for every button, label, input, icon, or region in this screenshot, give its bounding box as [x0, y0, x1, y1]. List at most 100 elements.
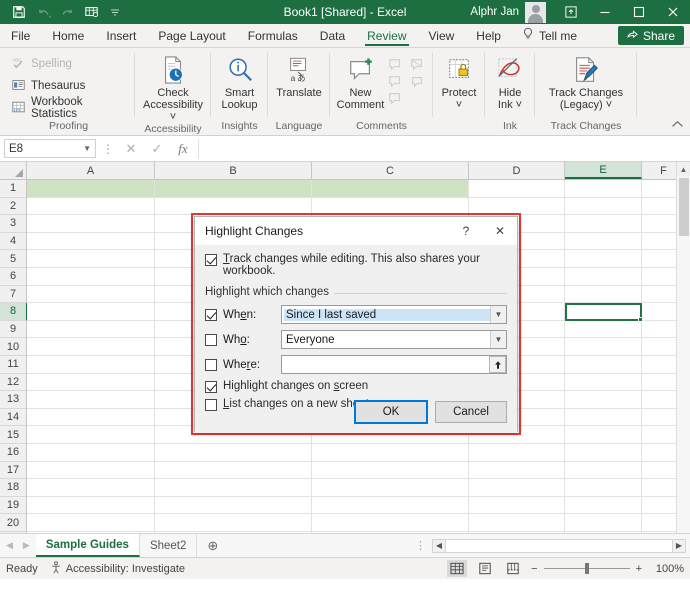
row-header-8[interactable]: 8: [0, 303, 28, 321]
highlight-on-screen-option[interactable]: Highlight changes on screen: [205, 380, 507, 393]
accessibility-status[interactable]: Accessibility: Investigate: [50, 560, 185, 577]
row-header-17[interactable]: 17: [0, 461, 26, 480]
row-header-16[interactable]: 16: [0, 443, 26, 462]
next-comment-icon[interactable]: [385, 73, 405, 90]
sheet-tab-sheet2[interactable]: Sheet2: [140, 534, 198, 557]
hide-ink-button[interactable]: Hide Ink ˅: [491, 52, 529, 111]
zoom-track[interactable]: [543, 563, 630, 574]
undo-icon[interactable]: [32, 2, 54, 22]
tab-insert[interactable]: Insert: [95, 24, 147, 47]
chevron-down-icon[interactable]: ▼: [83, 144, 91, 153]
cell-C21[interactable]: [312, 531, 469, 533]
cell-D18[interactable]: [469, 479, 565, 497]
column-header-d[interactable]: D: [469, 162, 565, 179]
cell-E1[interactable]: [565, 180, 642, 198]
cell-D20[interactable]: [469, 514, 565, 532]
check-accessibility-button[interactable]: Check Accessibility ˅: [142, 52, 204, 123]
formula-input[interactable]: [198, 138, 686, 159]
next-sheet-icon[interactable]: ▶: [23, 540, 30, 551]
cell-A7[interactable]: [27, 285, 155, 304]
tab-file[interactable]: File: [0, 24, 41, 47]
cell-A9[interactable]: [27, 320, 155, 339]
row-header-12[interactable]: 12: [0, 373, 26, 392]
show-comments-icon[interactable]: [407, 73, 427, 90]
cell-A8[interactable]: [27, 303, 155, 321]
cell-A20[interactable]: [27, 514, 155, 532]
scroll-up-icon[interactable]: ▲: [676, 162, 690, 176]
cell-B19[interactable]: [155, 496, 312, 515]
tab-data[interactable]: Data: [309, 24, 356, 47]
collapse-ribbon-icon[interactable]: [671, 120, 684, 132]
tab-view[interactable]: View: [418, 24, 466, 47]
cell-D16[interactable]: [469, 443, 565, 462]
cell-E10[interactable]: [565, 338, 642, 356]
zoom-in-icon[interactable]: +: [636, 563, 642, 575]
cancel-entry-icon[interactable]: ✕: [120, 139, 142, 159]
cell-B1[interactable]: [155, 180, 312, 198]
cell-A21[interactable]: [27, 531, 155, 533]
tab-help[interactable]: Help: [465, 24, 512, 47]
insert-function-icon[interactable]: fx: [172, 139, 194, 159]
cell-D21[interactable]: [469, 531, 565, 533]
cell-E20[interactable]: [565, 514, 642, 532]
row-header-9[interactable]: 9: [0, 320, 26, 339]
who-checkbox[interactable]: [205, 334, 217, 346]
cell-A17[interactable]: [27, 461, 155, 480]
row-header-4[interactable]: 4: [0, 232, 26, 251]
share-button[interactable]: Share: [617, 26, 684, 45]
zoom-thumb[interactable]: [584, 563, 589, 574]
new-comment-button[interactable]: New Comment: [336, 52, 385, 111]
cell-E6[interactable]: [565, 267, 642, 286]
row-header-11[interactable]: 11: [0, 355, 26, 374]
row-header-1[interactable]: 1: [0, 180, 26, 198]
cell-E4[interactable]: [565, 232, 642, 251]
enter-entry-icon[interactable]: ✓: [146, 139, 168, 159]
cell-A15[interactable]: [27, 426, 155, 444]
maximize-button[interactable]: [622, 0, 656, 24]
cell-E7[interactable]: [565, 285, 642, 304]
row-header-2[interactable]: 2: [0, 197, 26, 216]
row-header-15[interactable]: 15: [0, 426, 26, 444]
cell-E5[interactable]: [565, 250, 642, 268]
cell-B16[interactable]: [155, 443, 312, 462]
cancel-button[interactable]: Cancel: [435, 401, 507, 423]
highlight-on-screen-checkbox[interactable]: [205, 381, 217, 393]
cell-A6[interactable]: [27, 267, 155, 286]
fill-handle[interactable]: [638, 316, 643, 322]
row-header-5[interactable]: 5: [0, 250, 26, 268]
cell-C16[interactable]: [312, 443, 469, 462]
cell-C17[interactable]: [312, 461, 469, 480]
scroll-left-icon[interactable]: ◀: [432, 538, 446, 553]
vertical-scrollbar[interactable]: ▲: [676, 162, 690, 533]
cell-A4[interactable]: [27, 232, 155, 251]
cell-C19[interactable]: [312, 496, 469, 515]
ribbon-display-options-icon[interactable]: [554, 0, 588, 24]
customize-qat-icon[interactable]: [104, 2, 126, 22]
cell-B17[interactable]: [155, 461, 312, 480]
cell-C18[interactable]: [312, 479, 469, 497]
select-all-corner[interactable]: [0, 162, 27, 179]
cell-D17[interactable]: [469, 461, 565, 480]
cell-B21[interactable]: [155, 531, 312, 533]
cell-A5[interactable]: [27, 250, 155, 268]
cell-E16[interactable]: [565, 443, 642, 462]
when-checkbox[interactable]: [205, 309, 217, 321]
active-cell-e8[interactable]: [565, 303, 643, 322]
sheet-bar-grip[interactable]: ⋮: [415, 534, 432, 557]
add-sheet-icon[interactable]: ⊕: [197, 534, 228, 557]
protect-button[interactable]: Protect ˅: [439, 52, 479, 111]
column-header-b[interactable]: B: [155, 162, 312, 179]
cell-E3[interactable]: [565, 215, 642, 233]
redo-icon[interactable]: [56, 2, 78, 22]
account-name[interactable]: Alphr Jan: [470, 6, 525, 18]
cell-E12[interactable]: [565, 373, 642, 392]
tell-me-search[interactable]: Tell me: [512, 24, 587, 47]
cell-A3[interactable]: [27, 215, 155, 233]
thesaurus-button[interactable]: Thesaurus: [8, 76, 129, 96]
track-changes-legacy-button[interactable]: Track Changes (Legacy) ˅: [541, 52, 631, 111]
touch-mode-icon[interactable]: [80, 2, 102, 22]
zoom-out-icon[interactable]: −: [531, 563, 537, 575]
save-icon[interactable]: [8, 2, 30, 22]
cell-E18[interactable]: [565, 479, 642, 497]
cell-D1[interactable]: [469, 180, 565, 198]
